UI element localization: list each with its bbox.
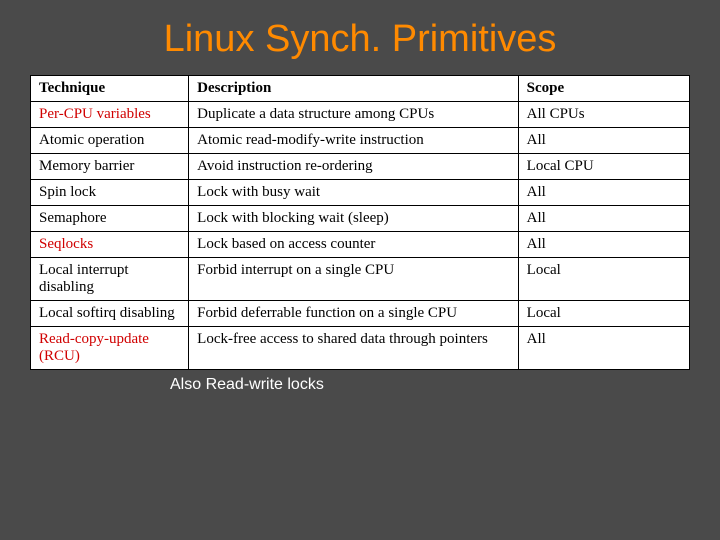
- cell-technique: Memory barrier: [31, 154, 189, 180]
- page-title: Linux Synch. Primitives: [30, 18, 690, 61]
- cell-description: Lock with blocking wait (sleep): [189, 206, 519, 232]
- cell-scope: Local: [518, 258, 689, 301]
- cell-technique: Local softirq disabling: [31, 301, 189, 327]
- cell-technique: Seqlocks: [31, 232, 189, 258]
- col-header-technique: Technique: [31, 76, 189, 102]
- cell-description: Forbid interrupt on a single CPU: [189, 258, 519, 301]
- cell-scope: All: [518, 180, 689, 206]
- cell-description: Avoid instruction re-ordering: [189, 154, 519, 180]
- table-row: Local softirq disabling Forbid deferrabl…: [31, 301, 690, 327]
- table-row: Local interrupt disabling Forbid interru…: [31, 258, 690, 301]
- cell-technique: Semaphore: [31, 206, 189, 232]
- cell-description: Lock based on access counter: [189, 232, 519, 258]
- cell-technique: Read-copy-update (RCU): [31, 327, 189, 370]
- cell-description: Atomic read-modify-write instruction: [189, 128, 519, 154]
- table-row: Atomic operation Atomic read-modify-writ…: [31, 128, 690, 154]
- cell-scope: All: [518, 128, 689, 154]
- cell-scope: All CPUs: [518, 102, 689, 128]
- table-row: Per-CPU variables Duplicate a data struc…: [31, 102, 690, 128]
- cell-description: Lock-free access to shared data through …: [189, 327, 519, 370]
- cell-description: Duplicate a data structure among CPUs: [189, 102, 519, 128]
- col-header-scope: Scope: [518, 76, 689, 102]
- table-row: Spin lock Lock with busy wait All: [31, 180, 690, 206]
- cell-scope: All: [518, 232, 689, 258]
- cell-technique: Local interrupt disabling: [31, 258, 189, 301]
- cell-scope: Local CPU: [518, 154, 689, 180]
- slide: Linux Synch. Primitives Technique Descri…: [0, 0, 720, 540]
- primitives-table: Technique Description Scope Per-CPU vari…: [30, 75, 690, 370]
- table-row: Read-copy-update (RCU) Lock-free access …: [31, 327, 690, 370]
- cell-technique: Atomic operation: [31, 128, 189, 154]
- cell-scope: All: [518, 206, 689, 232]
- table-row: Seqlocks Lock based on access counter Al…: [31, 232, 690, 258]
- table-row: Memory barrier Avoid instruction re-orde…: [31, 154, 690, 180]
- cell-technique: Spin lock: [31, 180, 189, 206]
- cell-description: Lock with busy wait: [189, 180, 519, 206]
- footnote: Also Read-write locks: [170, 376, 690, 394]
- cell-scope: All: [518, 327, 689, 370]
- cell-technique: Per-CPU variables: [31, 102, 189, 128]
- table-row: Semaphore Lock with blocking wait (sleep…: [31, 206, 690, 232]
- table-header-row: Technique Description Scope: [31, 76, 690, 102]
- col-header-description: Description: [189, 76, 519, 102]
- cell-scope: Local: [518, 301, 689, 327]
- cell-description: Forbid deferrable function on a single C…: [189, 301, 519, 327]
